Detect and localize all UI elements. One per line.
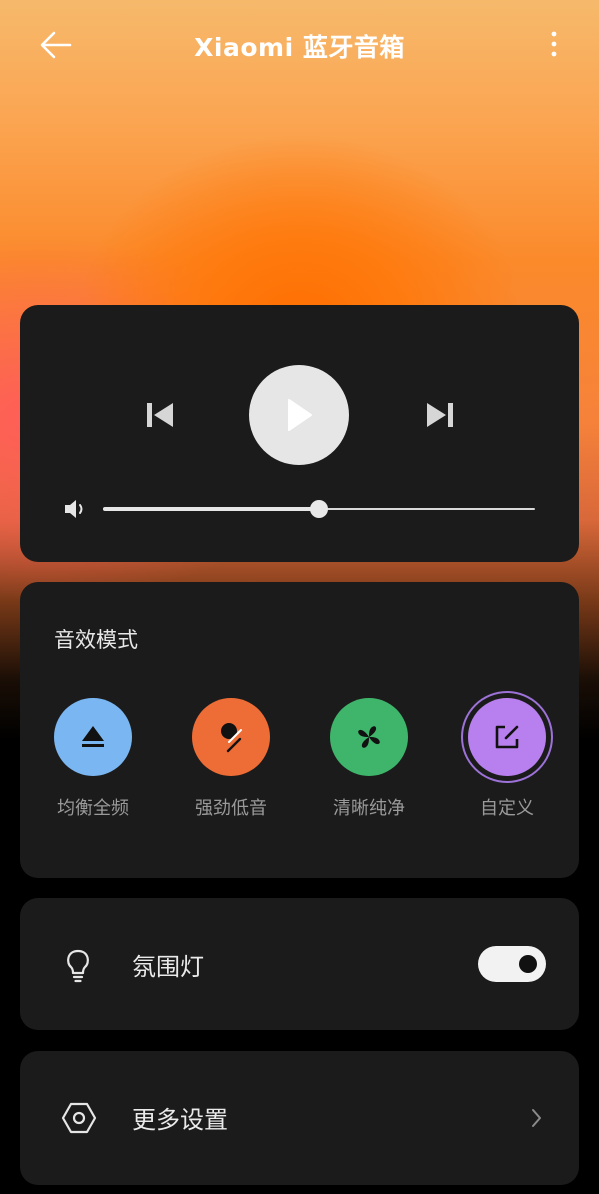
mode-clear-circle xyxy=(330,698,408,776)
mode-custom-circle xyxy=(468,698,546,776)
edit-square-icon xyxy=(495,725,519,749)
mode-custom[interactable]: 自定义 xyxy=(452,698,562,828)
play-button[interactable] xyxy=(249,365,349,465)
ambient-light-row: 氛围灯 xyxy=(20,898,579,1030)
skip-previous-icon xyxy=(147,403,173,427)
volume-slider[interactable] xyxy=(103,499,535,519)
mode-clear[interactable]: 清晰纯净 xyxy=(314,698,424,828)
previous-track-button[interactable] xyxy=(144,400,176,430)
mode-bass[interactable]: 强劲低音 xyxy=(176,698,286,828)
more-settings-label: 更多设置 xyxy=(132,1106,228,1134)
more-vertical-icon xyxy=(551,31,557,57)
volume-icon xyxy=(62,497,88,521)
sound-effects-card: 音效模式 均衡全频 强劲低音 清晰纯净 自定义 xyxy=(20,582,579,878)
mode-balanced-circle xyxy=(54,698,132,776)
ambient-light-toggle[interactable] xyxy=(478,946,546,982)
play-icon xyxy=(288,399,312,431)
hexagon-settings-icon xyxy=(60,1099,97,1137)
volume-thumb[interactable] xyxy=(310,500,328,518)
more-options-button[interactable] xyxy=(540,28,568,62)
mode-bass-label: 强劲低音 xyxy=(195,798,267,819)
player-card xyxy=(20,305,579,562)
more-settings-row[interactable]: 更多设置 xyxy=(20,1051,579,1185)
lightbulb-icon xyxy=(60,946,96,984)
volume-fill xyxy=(103,507,319,511)
bass-drum-stick-icon xyxy=(221,723,242,753)
mode-custom-label: 自定义 xyxy=(480,798,534,819)
page-title: Xiaomi 蓝牙音箱 xyxy=(194,33,405,62)
mode-balanced-label: 均衡全频 xyxy=(57,798,129,819)
mode-clear-label: 清晰纯净 xyxy=(333,798,405,819)
sound-effects-title: 音效模式 xyxy=(54,628,138,652)
ambient-light-label: 氛围灯 xyxy=(132,953,204,981)
app-header: Xiaomi 蓝牙音箱 xyxy=(0,0,599,90)
skip-next-icon xyxy=(427,403,453,427)
eject-triangle-icon xyxy=(82,726,104,747)
toggle-knob xyxy=(519,955,537,973)
chevron-right-icon[interactable] xyxy=(526,1105,546,1131)
mode-balanced[interactable]: 均衡全频 xyxy=(38,698,148,828)
clover-leaf-icon xyxy=(358,726,380,748)
mode-bass-circle xyxy=(192,698,270,776)
next-track-button[interactable] xyxy=(424,400,456,430)
